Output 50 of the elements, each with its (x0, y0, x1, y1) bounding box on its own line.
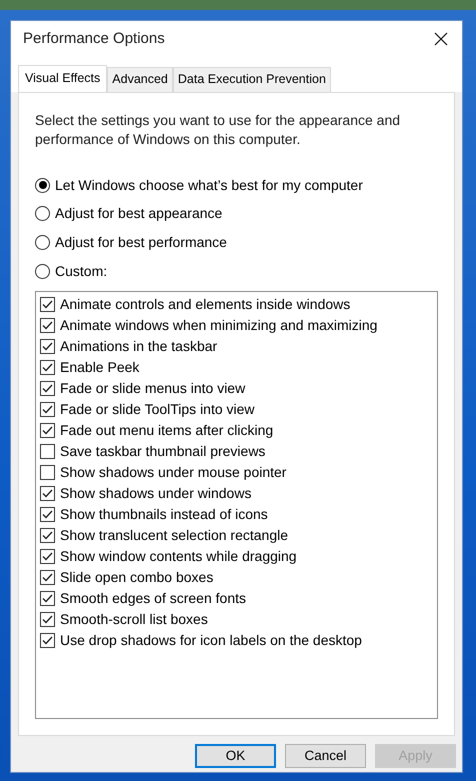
dialog-button[interactable]: OK (195, 744, 276, 768)
radio-button[interactable] (35, 178, 50, 193)
checkbox[interactable] (40, 444, 55, 458)
checkbox-label[interactable]: Animate windows when minimizing and maximizing (60, 314, 378, 336)
checkbox-label[interactable]: Smooth edges of screen fonts (60, 588, 246, 608)
checkbox-label[interactable]: Show thumbnails instead of icons (60, 504, 268, 524)
checkbox[interactable] (40, 422, 55, 438)
checkbox-label[interactable]: Enable Peek (60, 356, 140, 378)
dialog-button[interactable]: Cancel (285, 744, 366, 768)
checkbox[interactable] (40, 612, 55, 626)
checkbox-label[interactable]: Show shadows under windows (60, 482, 252, 504)
tab[interactable]: Advanced (107, 67, 173, 92)
checkbox-label[interactable]: Animations in the taskbar (60, 336, 218, 356)
radio-label[interactable]: Let Windows choose what’s best for my computer (55, 174, 363, 196)
radio-label[interactable]: Adjust for best performance (55, 232, 227, 253)
checkbox-label[interactable]: Slide open combo boxes (60, 566, 214, 588)
window-title: Performance Options (23, 28, 165, 49)
checkbox-label[interactable]: Smooth-scroll list boxes (60, 608, 208, 630)
checkbox[interactable] (40, 402, 55, 416)
checkbox[interactable] (40, 338, 55, 354)
radio-button[interactable] (35, 264, 50, 279)
tab[interactable]: Data Execution Prevention (172, 67, 331, 92)
radio-label[interactable]: Adjust for best appearance (55, 203, 222, 224)
tab[interactable]: Visual Effects (18, 65, 108, 92)
checkbox[interactable] (40, 506, 55, 522)
checkbox-label[interactable]: Fade or slide menus into view (60, 378, 246, 398)
checkbox-label[interactable]: Show shadows under mouse pointer (60, 462, 286, 482)
radio-button[interactable] (35, 206, 50, 222)
checkbox[interactable] (40, 464, 55, 480)
checkbox[interactable] (40, 486, 55, 500)
radio-label[interactable]: Custom: (55, 260, 108, 282)
checkbox[interactable] (40, 528, 55, 542)
radio-button[interactable] (35, 234, 50, 250)
checkbox-label[interactable]: Fade out menu items after clicking (60, 420, 274, 440)
checkbox[interactable] (40, 570, 55, 584)
checkbox[interactable] (40, 590, 55, 606)
checkbox[interactable] (40, 548, 55, 564)
checkbox-label[interactable]: Show translucent selection rectangle (60, 524, 288, 546)
checkbox[interactable] (40, 380, 55, 396)
checkbox-label[interactable]: Fade or slide ToolTips into view (60, 398, 255, 420)
description-text: Select the settings you want to use for the appearance and performance of Windows on this computer. (35, 110, 402, 149)
checkbox[interactable] (40, 632, 55, 648)
checkbox[interactable] (40, 360, 55, 374)
checkbox-label[interactable]: Animate controls and elements inside windows (60, 294, 350, 314)
checkbox-label[interactable]: Save taskbar thumbnail previews (60, 440, 266, 462)
checkbox-label[interactable]: Show window contents while dragging (60, 546, 297, 566)
checkbox[interactable] (40, 318, 55, 332)
checkbox-label[interactable]: Use drop shadows for icon labels on the desktop (60, 630, 362, 650)
checkbox[interactable] (40, 296, 55, 312)
close-icon[interactable] (434, 32, 448, 46)
